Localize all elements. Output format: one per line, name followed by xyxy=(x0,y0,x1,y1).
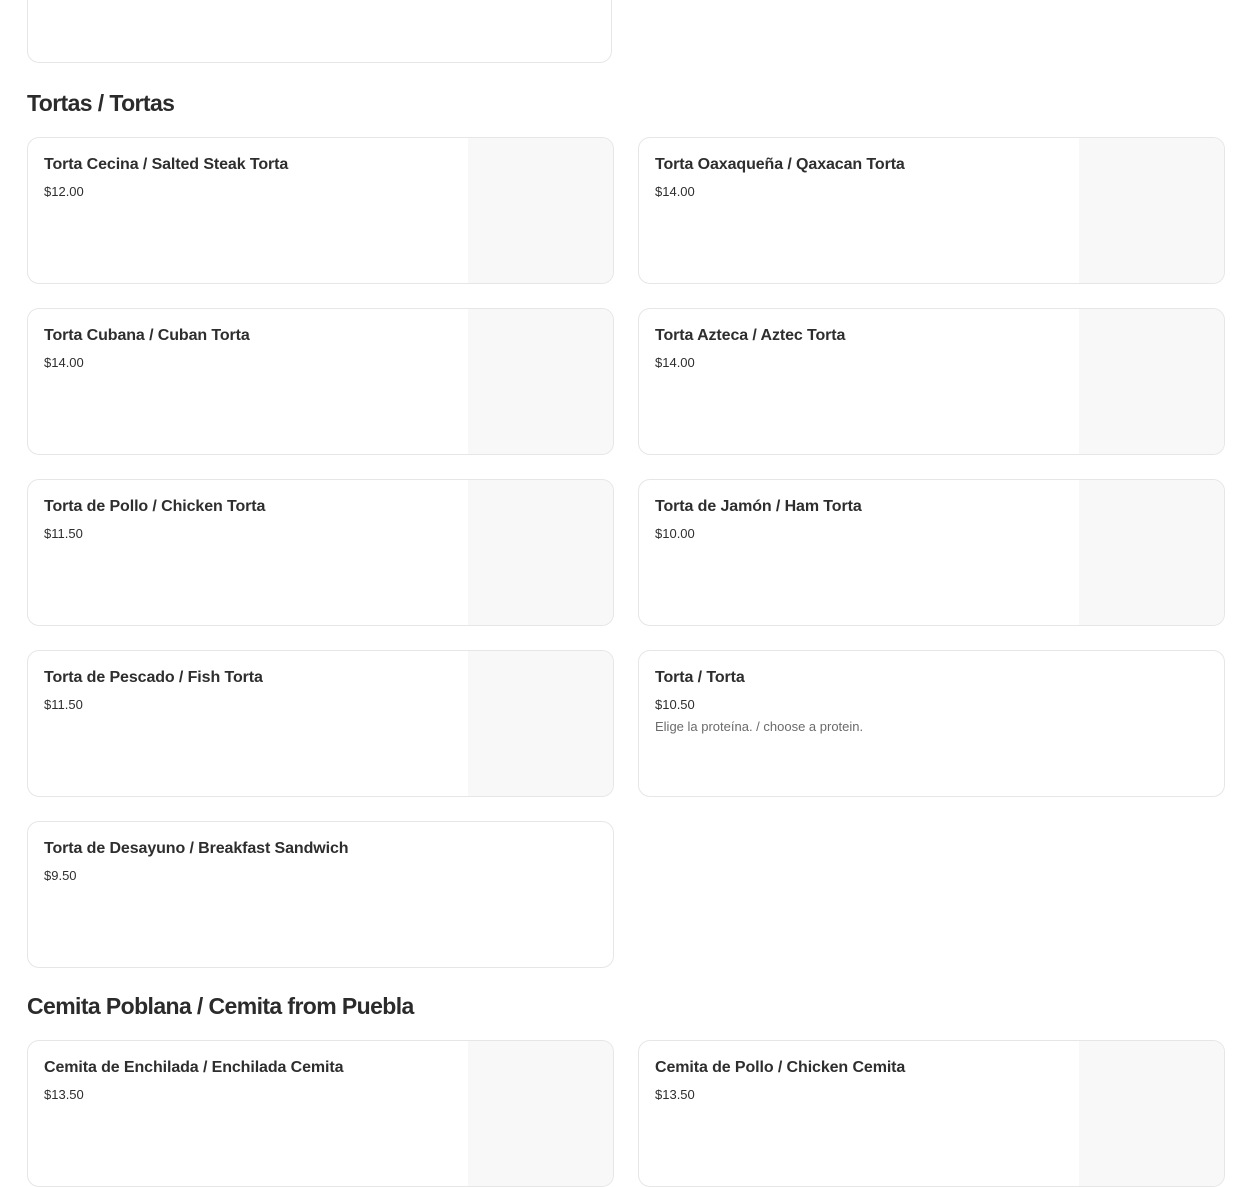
menu-item-image-placeholder xyxy=(468,309,613,454)
menu-item-price: $13.50 xyxy=(44,1087,84,1102)
menu-item-card[interactable]: Torta Cubana / Cuban Torta $14.00 xyxy=(27,308,614,455)
menu-item-price: $11.50 xyxy=(44,526,83,541)
menu-item-image-placeholder xyxy=(468,1041,613,1186)
menu-item-card-partial[interactable] xyxy=(27,0,612,63)
menu-item-price: $13.50 xyxy=(655,1087,695,1102)
menu-item-image-placeholder xyxy=(1079,309,1224,454)
menu-item-image-placeholder xyxy=(468,138,613,283)
menu-item-name: Torta de Pollo / Chicken Torta xyxy=(44,498,266,515)
menu-item-card[interactable]: Torta Oaxaqueña / Qaxacan Torta $14.00 xyxy=(638,137,1225,284)
menu-item-card[interactable]: Cemita de Enchilada / Enchilada Cemita $… xyxy=(27,1040,614,1187)
menu-item-name: Cemita de Pollo / Chicken Cemita xyxy=(655,1059,906,1076)
menu-item-price: $14.00 xyxy=(44,355,84,370)
menu-item-image-placeholder xyxy=(1079,138,1224,283)
menu-item-card[interactable]: Torta Cecina / Salted Steak Torta $12.00 xyxy=(27,137,614,284)
menu-item-price: $10.00 xyxy=(655,526,695,541)
menu-item-name: Cemita de Enchilada / Enchilada Cemita xyxy=(44,1059,344,1076)
menu-item-name: Torta Oaxaqueña / Qaxacan Torta xyxy=(655,156,905,173)
menu-item-image-placeholder xyxy=(1079,480,1224,625)
menu-item-card[interactable]: Torta de Pollo / Chicken Torta $11.50 xyxy=(27,479,614,626)
menu-item-card[interactable]: Torta Azteca / Aztec Torta $14.00 xyxy=(638,308,1225,455)
menu-item-card[interactable]: Torta / Torta $10.50 Elige la proteína. … xyxy=(638,650,1225,797)
menu-item-name: Torta Azteca / Aztec Torta xyxy=(655,327,846,344)
menu-item-price: $11.50 xyxy=(44,697,83,712)
menu-item-name: Torta de Desayuno / Breakfast Sandwich xyxy=(44,840,349,857)
menu-item-name: Torta / Torta xyxy=(655,669,745,686)
menu-item-price: $14.00 xyxy=(655,355,695,370)
menu-item-name: Torta Cubana / Cuban Torta xyxy=(44,327,250,344)
menu-item-card[interactable]: Torta de Desayuno / Breakfast Sandwich $… xyxy=(27,821,614,968)
menu-item-card[interactable]: Torta de Jamón / Ham Torta $10.00 xyxy=(638,479,1225,626)
menu-item-card[interactable]: Torta de Pescado / Fish Torta $11.50 xyxy=(27,650,614,797)
section-title-tortas: Tortas / Tortas xyxy=(27,90,175,116)
menu-item-name: Torta Cecina / Salted Steak Torta xyxy=(44,156,289,173)
menu-item-name: Torta de Jamón / Ham Torta xyxy=(655,498,862,515)
menu-item-price: $12.00 xyxy=(44,184,84,199)
menu-item-image-placeholder xyxy=(468,480,613,625)
menu-item-description: Elige la proteína. / choose a protein. xyxy=(655,719,864,734)
menu-item-price: $9.50 xyxy=(44,868,77,883)
menu-item-price: $14.00 xyxy=(655,184,695,199)
menu-item-price: $10.50 xyxy=(655,697,695,712)
menu-item-name: Torta de Pescado / Fish Torta xyxy=(44,669,263,686)
section-title-cemitas: Cemita Poblana / Cemita from Puebla xyxy=(27,993,414,1019)
menu-item-image-placeholder xyxy=(1079,1041,1224,1186)
menu-item-image-placeholder xyxy=(468,651,613,796)
menu-item-card[interactable]: Cemita de Pollo / Chicken Cemita $13.50 xyxy=(638,1040,1225,1187)
